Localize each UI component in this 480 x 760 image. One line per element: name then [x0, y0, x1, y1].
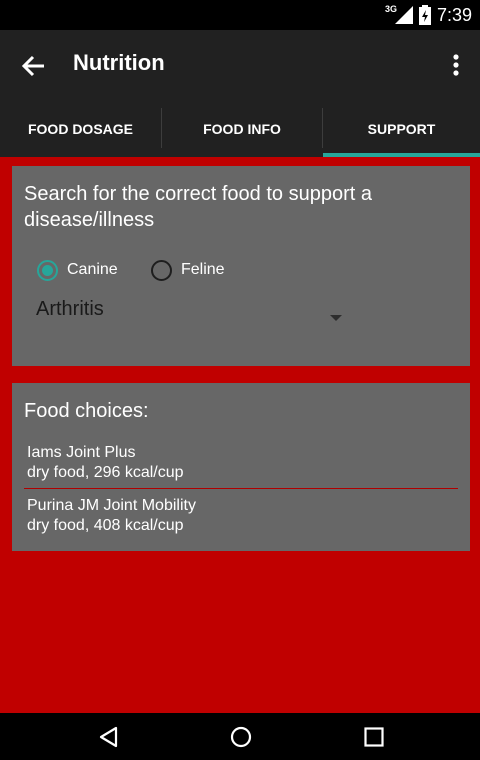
list-divider: [24, 488, 458, 489]
tab-support[interactable]: SUPPORT: [323, 100, 480, 157]
status-icons: 3G 7:39: [385, 0, 472, 30]
system-nav-bar: [0, 713, 480, 760]
food-name: Purina JM Joint Mobility: [27, 497, 196, 514]
food-detail: dry food, 296 kcal/cup: [27, 464, 184, 481]
app-bar: Nutrition: [0, 30, 480, 100]
food-detail: dry food, 408 kcal/cup: [27, 517, 184, 534]
search-prompt: Search for the correct food to support a…: [24, 183, 372, 231]
overflow-menu-icon[interactable]: [446, 50, 466, 82]
radio-feline-label: Feline: [181, 261, 225, 278]
status-time: 7:39: [436, 4, 472, 25]
battery-icon: [418, 5, 431, 25]
condition-value: Arthritis: [36, 298, 104, 320]
nav-home-icon[interactable]: [229, 725, 253, 749]
arrow-left-icon[interactable]: [18, 50, 50, 82]
radio-feline[interactable]: Feline: [151, 257, 225, 283]
food-name: Iams Joint Plus: [27, 444, 136, 461]
page-title: Nutrition: [73, 50, 165, 75]
list-item[interactable]: Iams Joint Plus dry food, 296 kcal/cup: [27, 443, 457, 483]
condition-dropdown[interactable]: Arthritis: [26, 292, 346, 328]
food-choices-title: Food choices:: [24, 400, 149, 422]
tab-food-info[interactable]: FOOD INFO: [162, 100, 322, 157]
search-card: Search for the correct food to support a…: [12, 166, 470, 366]
selected-tab-indicator: [323, 153, 480, 157]
dropdown-arrow-icon: [330, 315, 342, 321]
signal-icon: [394, 6, 413, 24]
nav-back-icon[interactable]: [97, 725, 121, 749]
radio-checked-icon: [37, 259, 58, 281]
tab-bar: FOOD DOSAGE FOOD INFO SUPPORT: [0, 100, 480, 157]
radio-unchecked-icon: [151, 259, 172, 281]
tab-food-dosage[interactable]: FOOD DOSAGE: [0, 100, 161, 157]
nav-recents-icon[interactable]: [362, 725, 386, 749]
radio-canine-label: Canine: [67, 261, 118, 278]
radio-canine[interactable]: Canine: [37, 257, 118, 283]
network-type: 3G: [384, 4, 397, 14]
list-item[interactable]: Purina JM Joint Mobility dry food, 408 k…: [27, 496, 457, 536]
status-bar: 3G 7:39: [0, 0, 480, 30]
food-choices-card: Food choices: Iams Joint Plus dry food, …: [12, 383, 470, 551]
